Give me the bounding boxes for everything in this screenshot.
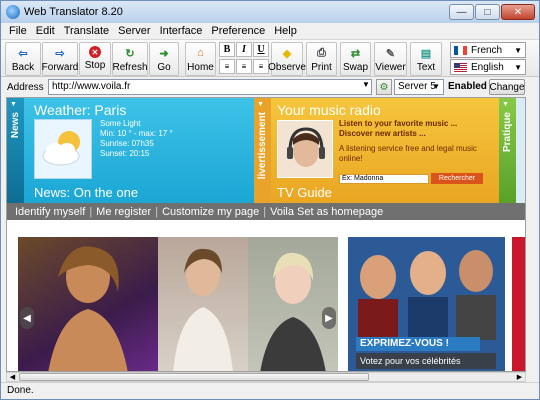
promo-banner: EXPRIMEZ-VOUS !	[356, 337, 480, 351]
text-icon: ▤	[420, 47, 432, 60]
photo-one	[18, 237, 158, 371]
viewer-button[interactable]: ✎ Viewer	[374, 42, 407, 76]
menu-server[interactable]: Server	[118, 25, 150, 37]
app-window: Web Translator 8.20 — □ ✕ File Edit Tran…	[0, 0, 540, 400]
italic-button[interactable]: I	[236, 42, 252, 57]
address-input[interactable]: http://www.voila.fr	[48, 79, 372, 95]
observe-diamond-icon: ◆	[282, 47, 292, 60]
weather-title[interactable]: Weather: Paris	[34, 102, 126, 118]
scroll-thumb[interactable]	[19, 373, 369, 381]
go-button[interactable]: ➜ Go	[149, 42, 179, 76]
minimize-button[interactable]: —	[449, 4, 474, 20]
menu-help[interactable]: Help	[274, 25, 297, 37]
home-icon: ⌂	[197, 47, 204, 59]
align-center-icon[interactable]: ≡	[236, 59, 252, 74]
weather-panel: Weather: Paris Some Light Min: 10 ° - ma…	[24, 98, 254, 203]
photo-three	[248, 237, 338, 371]
music-tagline: Listen to your favorite music ... Discov…	[339, 119, 458, 138]
news-tab[interactable]: ▼ News	[7, 98, 24, 203]
server-select[interactable]: Server 5 ▼	[394, 79, 444, 95]
search-music-button[interactable]: Rechercher	[431, 173, 483, 184]
align-right-icon[interactable]: ≡	[253, 59, 269, 74]
swap-icon: ⇄	[350, 47, 361, 60]
identify-link[interactable]: Identify myself	[15, 206, 85, 218]
music-search-input[interactable]: Ex: Madonna	[339, 174, 429, 184]
scroll-right-icon[interactable]: ▶	[514, 373, 525, 381]
side-promo-edge[interactable]	[512, 237, 525, 371]
forward-button[interactable]: ⇨ Forward	[42, 42, 78, 76]
stop-icon: ✕	[89, 46, 101, 58]
address-bar: Address http://www.voila.fr ▼ ⚙ Server 5…	[1, 78, 539, 96]
headphones-photo	[277, 120, 333, 178]
carousel-prev-icon[interactable]: ◀	[20, 307, 34, 329]
menu-interface[interactable]: Interface	[160, 25, 203, 37]
menu-edit[interactable]: Edit	[36, 25, 55, 37]
address-dropdown-icon[interactable]: ▼	[362, 80, 370, 89]
bold-button[interactable]: B	[219, 42, 235, 57]
browser-view: ▼ News Weather: Paris Some Light Min: 10…	[6, 97, 526, 372]
print-button[interactable]: ⎙ Print	[306, 42, 337, 76]
maximize-button[interactable]: □	[475, 4, 500, 20]
refresh-button[interactable]: ↻ Refresh	[112, 42, 148, 76]
chevron-down-icon: ▼	[514, 45, 522, 55]
change-button[interactable]: Change	[489, 79, 525, 95]
back-button[interactable]: ⇦ Back	[5, 42, 41, 76]
observe-button[interactable]: ◆ Observe	[268, 42, 306, 76]
status-bar: Done.	[1, 382, 539, 399]
home-button[interactable]: ⌂ Home	[185, 42, 216, 76]
menu-bar: File Edit Translate Server Interface Pre…	[1, 23, 539, 38]
portal-link-bar: Identify myself | Me register | Customiz…	[7, 203, 525, 220]
horizontal-scrollbar[interactable]: ◀ ▶	[6, 372, 526, 382]
practical-tab[interactable]: ▼ Pratique	[499, 98, 516, 203]
text-button[interactable]: ▤ Text	[410, 42, 442, 76]
target-language-select[interactable]: English ▼	[450, 59, 526, 75]
news-footer-link[interactable]: News: On the one	[34, 185, 138, 200]
france-flag-icon	[454, 45, 467, 55]
promo-crowd-image	[348, 237, 505, 371]
entertainment-tab[interactable]: ▼ livertissement	[254, 98, 271, 203]
chevron-down-icon: ▼	[432, 82, 440, 91]
forward-arrow-icon: ⇨	[55, 47, 65, 60]
title-bar: Web Translator 8.20 — □ ✕	[1, 1, 539, 23]
address-label: Address	[7, 81, 44, 93]
translate-go-icon[interactable]: ⚙	[376, 79, 392, 95]
weather-details: Some Light Min: 10 ° - max: 17 ° Sunrise…	[100, 119, 173, 158]
stop-button[interactable]: ✕ Stop	[79, 42, 111, 76]
register-link[interactable]: Me register	[96, 206, 151, 218]
photo-two	[158, 237, 248, 371]
carousel-next-icon[interactable]: ▶	[322, 307, 336, 329]
menu-file[interactable]: File	[9, 25, 27, 37]
tv-guide-link[interactable]: TV Guide	[277, 185, 332, 200]
menu-preference[interactable]: Preference	[211, 25, 265, 37]
align-left-icon[interactable]: ≡	[219, 59, 235, 74]
music-subtext: A listening service free and legal music…	[339, 144, 477, 163]
close-button[interactable]: ✕	[501, 4, 535, 20]
vote-celebrities-promo[interactable]: EXPRIMEZ-VOUS ! Votez pour vos célébrité…	[348, 237, 505, 371]
scroll-left-icon[interactable]: ◀	[7, 373, 18, 381]
viewer-icon: ✎	[385, 47, 396, 60]
printer-icon: ⎙	[317, 46, 326, 59]
celebrity-photo-carousel[interactable]: ◀ ▶	[18, 237, 338, 371]
portal-header-band: ▼ News Weather: Paris Some Light Min: 10…	[7, 98, 525, 203]
set-homepage-link[interactable]: Voila Set as homepage	[270, 206, 383, 218]
menu-translate[interactable]: Translate	[64, 25, 109, 37]
music-radio-panel: Your music radio Listen to your favorite…	[271, 98, 499, 203]
go-arrow-icon: ➜	[159, 47, 169, 60]
us-flag-icon	[454, 62, 467, 72]
refresh-icon: ↻	[125, 47, 135, 60]
globe-icon	[6, 5, 20, 19]
chevron-down-icon: ▼	[514, 62, 522, 72]
right-edge-strip	[516, 98, 525, 203]
back-arrow-icon: ⇦	[18, 47, 28, 60]
weather-cloud-icon	[34, 119, 92, 179]
promo-subtitle: Votez pour vos célébrités	[356, 353, 496, 369]
toolbar: ⇦ Back ⇨ Forward ✕ Stop ↻ Refresh ➜ Go ⌂…	[1, 39, 539, 77]
underline-button[interactable]: U	[253, 42, 269, 57]
window-title: Web Translator 8.20	[24, 6, 123, 18]
customize-link[interactable]: Customize my page	[162, 206, 259, 218]
source-language-select[interactable]: French ▼	[450, 42, 526, 58]
swap-button[interactable]: ⇄ Swap	[340, 42, 371, 76]
server-status: Enabled	[448, 81, 487, 92]
music-title[interactable]: Your music radio	[277, 102, 381, 118]
